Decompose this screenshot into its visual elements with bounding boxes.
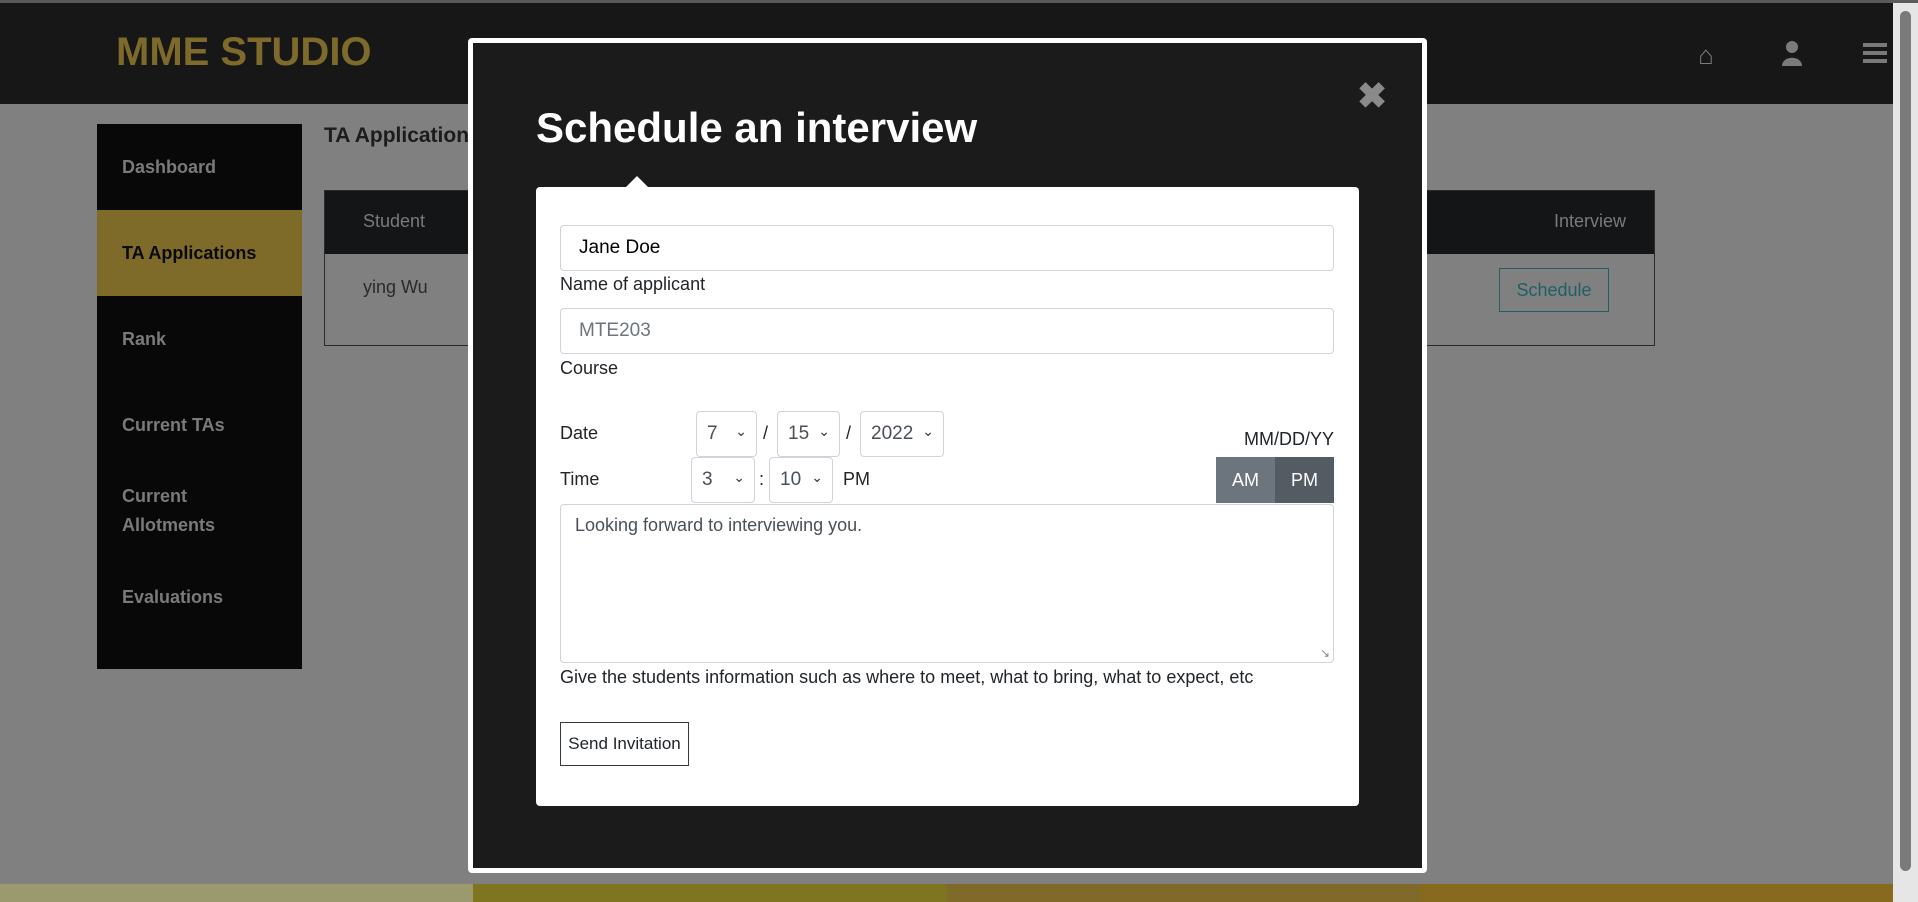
day-select[interactable]: 15 ⌄	[777, 411, 840, 457]
interview-form: Jane Doe Name of applicant MTE203 Course…	[536, 187, 1359, 806]
month-value: 7	[707, 423, 718, 444]
pm-button[interactable]: PM	[1275, 457, 1334, 503]
column-header-student: Student	[363, 211, 426, 231]
date-separator: /	[763, 423, 769, 443]
chevron-down-icon: ⌄	[818, 423, 830, 439]
close-icon[interactable]: ✖	[1357, 75, 1387, 117]
column-header-interview: Interview	[1554, 211, 1627, 231]
message-help-text: Give the students information such as wh…	[560, 667, 1254, 687]
time-label: Time	[560, 469, 600, 489]
resize-grip-icon[interactable]: ↘	[1320, 646, 1330, 660]
chevron-down-icon: ⌄	[733, 469, 745, 485]
hour-value: 3	[702, 469, 713, 490]
date-label: Date	[560, 423, 599, 443]
month-select[interactable]: 7 ⌄	[696, 411, 757, 457]
date-format-hint: MM/DD/YY	[1244, 429, 1334, 449]
schedule-button[interactable]: Schedule	[1499, 268, 1609, 312]
menu-icon[interactable]	[1860, 40, 1890, 70]
year-select[interactable]: 2022 ⌄	[860, 411, 944, 457]
year-value: 2022	[871, 423, 914, 444]
hour-select[interactable]: 3 ⌄	[691, 457, 755, 503]
message-textarea[interactable]: Looking forward to interviewing you. ↘	[560, 504, 1334, 663]
logo[interactable]: MME STUDIO	[116, 30, 372, 75]
time-separator: :	[759, 469, 765, 489]
message-text: Looking forward to interviewing you.	[575, 515, 863, 535]
minute-select[interactable]: 10 ⌄	[769, 457, 833, 503]
applicant-name-input[interactable]: Jane Doe	[560, 225, 1334, 271]
minute-value: 10	[780, 469, 802, 490]
student-name-cell: ying Wu	[363, 277, 428, 297]
user-icon[interactable]	[1777, 40, 1807, 70]
sidebar-item-evaluations[interactable]: Evaluations	[97, 554, 302, 640]
sidebar-item-dashboard[interactable]: Dashboard	[97, 124, 302, 210]
scrollbar-thumb[interactable]	[1900, 11, 1911, 871]
modal-title: Schedule an interview	[536, 104, 978, 151]
chevron-down-icon: ⌄	[922, 423, 934, 439]
course-input[interactable]: MTE203	[560, 308, 1334, 354]
sidebar-item-ta-applications[interactable]: TA Applications	[97, 210, 302, 296]
sidebar-item-current-tas[interactable]: Current TAs	[97, 382, 302, 468]
scrollbar[interactable]	[1893, 3, 1918, 902]
send-invitation-button[interactable]: Send Invitation	[560, 722, 689, 766]
chevron-down-icon: ⌄	[811, 469, 823, 485]
day-value: 15	[788, 423, 810, 444]
chevron-down-icon: ⌄	[735, 423, 747, 439]
sidebar: Dashboard TA Applications Rank Current T…	[97, 124, 302, 669]
meridiem-display: PM	[843, 469, 870, 489]
date-separator: /	[846, 423, 852, 443]
home-icon[interactable]: ⌂	[1691, 40, 1721, 70]
applicant-name-label: Name of applicant	[560, 274, 706, 294]
am-button[interactable]: AM	[1216, 457, 1275, 503]
footer-strip	[0, 884, 1893, 902]
sidebar-item-rank[interactable]: Rank	[97, 296, 302, 382]
page-title: TA Applications	[324, 124, 481, 147]
course-label: Course	[560, 358, 619, 378]
sidebar-item-current-allotments[interactable]: Current Allotments	[97, 468, 217, 554]
